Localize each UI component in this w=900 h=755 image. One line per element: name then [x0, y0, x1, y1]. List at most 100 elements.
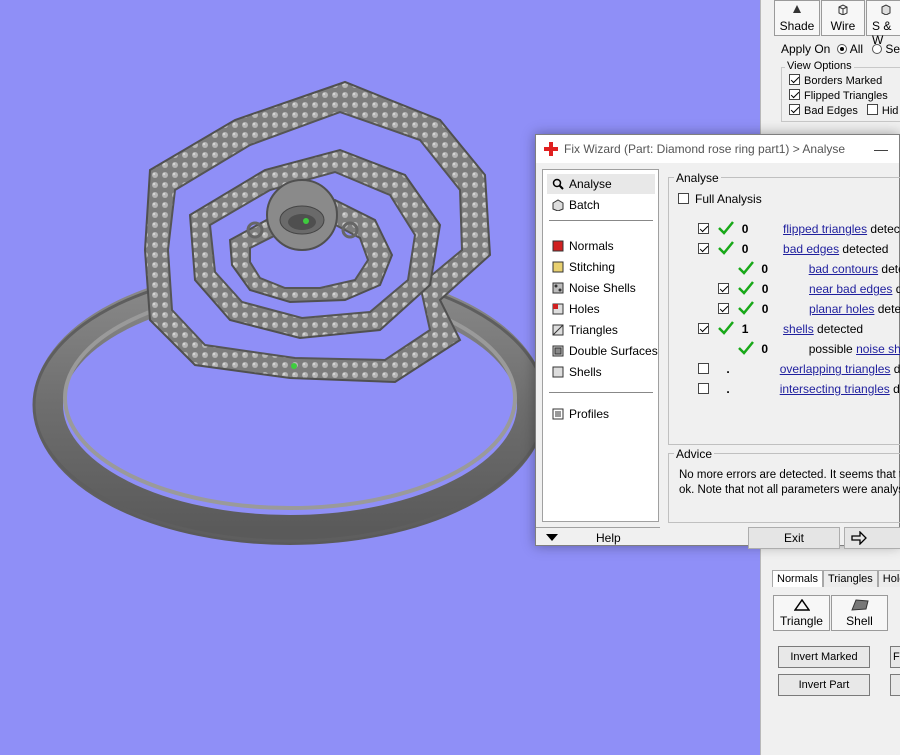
- minimize-button[interactable]: —: [874, 141, 888, 157]
- double-surfaces-icon: [552, 345, 564, 357]
- tab-triangles[interactable]: Triangles: [822, 570, 878, 587]
- flipped-triangles-link[interactable]: flipped triangles: [783, 222, 867, 236]
- noise-shells-link[interactable]: noise shells: [856, 342, 900, 356]
- f-button[interactable]: F: [890, 646, 900, 668]
- nav-item-double-surfaces[interactable]: Double Surfaces: [547, 341, 658, 361]
- nav-item-batch[interactable]: Batch: [547, 195, 655, 215]
- apply-selected-radio[interactable]: [872, 44, 883, 54]
- bad-contours-suffix: detecte: [881, 262, 900, 276]
- shell-button[interactable]: Shell: [831, 595, 888, 631]
- stitching-icon: [552, 261, 564, 273]
- overlapping-triangles-link[interactable]: overlapping triangles: [780, 362, 891, 376]
- bad-edges-link[interactable]: bad edges: [783, 242, 839, 256]
- triangle-button[interactable]: Triangle: [773, 595, 830, 631]
- apply-on-label: Apply On: [781, 42, 831, 56]
- dialog-titlebar[interactable]: Fix Wizard (Part: Diamond rose ring part…: [536, 135, 899, 163]
- apply-selected-label: Sele: [885, 42, 900, 56]
- nav-label-holes: Holes: [569, 302, 600, 316]
- magnifier-icon: [552, 178, 564, 190]
- intersecting-triangles-checkbox[interactable]: [698, 383, 709, 394]
- shade-button[interactable]: Shade: [774, 0, 820, 36]
- intersecting-triangles-link[interactable]: intersecting triangles: [780, 382, 890, 396]
- near-bad-edges-suffix: dete: [895, 282, 900, 296]
- profiles-icon: [552, 408, 564, 420]
- cube-icon: [881, 4, 891, 15]
- nav-label-normals: Normals: [569, 239, 614, 253]
- wire-label: Wire: [830, 19, 856, 33]
- overlapping-triangles-suffix: det: [893, 362, 900, 376]
- nav-item-triangles[interactable]: Triangles: [547, 320, 655, 340]
- nav-divider: [549, 220, 653, 221]
- shade-label: Shade: [779, 19, 815, 33]
- near-bad-edges-link[interactable]: near bad edges: [809, 282, 892, 296]
- bad-edges-row-checkbox[interactable]: [698, 243, 709, 254]
- tab-normals[interactable]: Normals: [772, 570, 823, 587]
- shade-and-wire-button[interactable]: S & W: [866, 0, 900, 47]
- shells-count: 1: [741, 322, 749, 336]
- nav-item-holes[interactable]: Holes: [547, 299, 655, 319]
- apply-all-radio[interactable]: [836, 44, 847, 54]
- nav-item-stitching[interactable]: Stitching: [547, 257, 655, 277]
- flipped-triangles-checkbox[interactable]: [789, 89, 800, 100]
- shells-row-checkbox[interactable]: [698, 323, 709, 334]
- overlapping-triangles-checkbox[interactable]: [698, 363, 709, 374]
- near-bad-edges-count: 0: [761, 282, 769, 296]
- wire-button[interactable]: Wire: [821, 0, 865, 36]
- advice-line-2: ok. Note that not all parameters were an…: [679, 484, 900, 496]
- noise-shells-prefix: possible: [808, 342, 857, 356]
- shade-icon: [793, 5, 801, 13]
- nav-item-normals[interactable]: Normals: [547, 236, 655, 256]
- check-icon: [738, 281, 755, 295]
- check-icon: [738, 261, 754, 275]
- apply-on-row: Apply On All Sele: [781, 42, 900, 56]
- full-analysis-option[interactable]: Full Analysis: [678, 192, 762, 206]
- noise-shells-count: 0: [761, 342, 769, 356]
- planar-holes-checkbox[interactable]: [718, 303, 729, 314]
- exit-button[interactable]: Exit: [748, 527, 840, 549]
- bad-edges-label: Bad Edges: [804, 105, 858, 117]
- flipped-triangles-row-checkbox[interactable]: [698, 223, 709, 234]
- invert-part-button[interactable]: Invert Part: [778, 674, 870, 696]
- planar-holes-link[interactable]: planar holes: [809, 302, 874, 316]
- dialog-title: Fix Wizard (Part: Diamond rose ring part…: [564, 142, 846, 156]
- view-options-title: View Options: [785, 60, 854, 72]
- advice-title: Advice: [674, 447, 715, 461]
- nav-item-noise-shells[interactable]: Noise Shells: [547, 278, 655, 298]
- next-button[interactable]: [844, 527, 900, 549]
- check-icon: [738, 301, 755, 315]
- help-button[interactable]: Help: [536, 527, 660, 547]
- nav-label-shells: Shells: [569, 365, 602, 379]
- borders-marked-option[interactable]: Borders Marked: [789, 74, 882, 87]
- invert-marked-button[interactable]: Invert Marked: [778, 646, 870, 668]
- full-analysis-label: Full Analysis: [695, 192, 762, 206]
- planar-holes-suffix: detecte: [877, 302, 900, 316]
- help-label: Help: [596, 531, 621, 545]
- nav-item-profiles[interactable]: Profiles: [547, 404, 655, 424]
- borders-marked-checkbox[interactable]: [789, 74, 800, 85]
- normals-icon: [552, 240, 564, 252]
- result-row-overlapping-triangles: . overlapping triangles det: [698, 361, 900, 377]
- bad-contours-link[interactable]: bad contours: [809, 262, 878, 276]
- nav-item-analyse[interactable]: Analyse: [547, 174, 655, 194]
- arrow-right-icon: [851, 531, 867, 545]
- hide-checkbox[interactable]: [866, 104, 878, 115]
- bottom-tabs: NormalsTrianglesHole: [772, 570, 900, 590]
- near-bad-edges-checkbox[interactable]: [718, 283, 729, 294]
- result-row-near-bad-edges: 0 near bad edges dete: [718, 281, 900, 297]
- full-analysis-checkbox[interactable]: [678, 193, 689, 204]
- red-cross-icon: [544, 142, 558, 156]
- bad-edges-count: 0: [741, 242, 749, 256]
- bad-edges-option[interactable]: Bad Edges Hid: [789, 104, 898, 117]
- nav-label-profiles: Profiles: [569, 407, 610, 421]
- tab-holes[interactable]: Hole: [877, 570, 900, 587]
- nav-label-triangles: Triangles: [569, 323, 618, 337]
- shell-label: Shell: [846, 614, 873, 628]
- nav-item-shells[interactable]: Shells: [547, 362, 655, 382]
- shells-link[interactable]: shells: [783, 322, 814, 336]
- extra-button[interactable]: [890, 674, 900, 696]
- check-icon: [718, 241, 735, 255]
- bad-contours-count: 0: [761, 262, 769, 276]
- flipped-triangles-option[interactable]: Flipped Triangles: [789, 89, 888, 102]
- bad-edges-checkbox[interactable]: [789, 104, 800, 115]
- result-row-shells: 1 shells detected: [698, 321, 863, 337]
